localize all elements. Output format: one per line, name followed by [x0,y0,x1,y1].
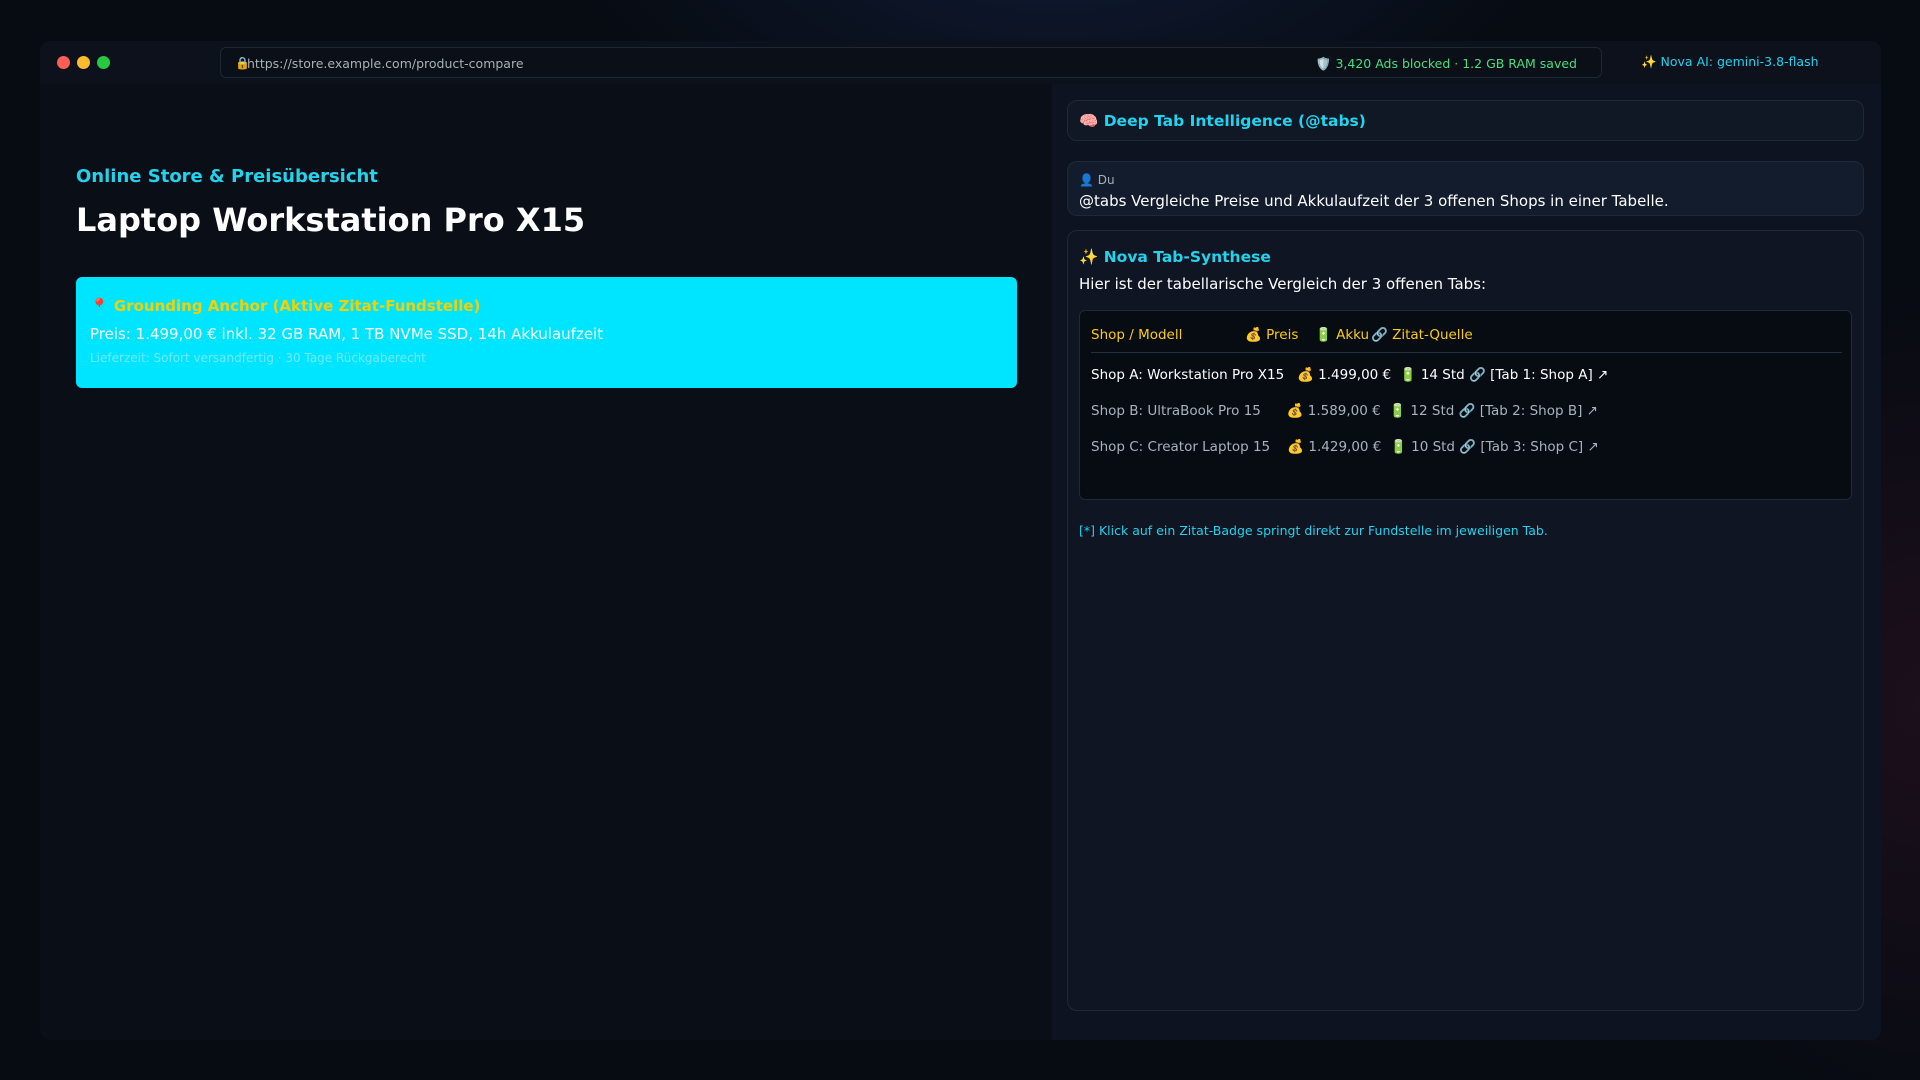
table-cell-price: 💰 1.499,00 € [1297,367,1392,383]
citation-footnote: [*] Klick auf ein Zitat-Badge springt di… [1079,523,1548,538]
anchor-title: 📍 Grounding Anchor (Aktive Zitat-Fundste… [90,297,481,315]
close-window-button[interactable] [57,56,70,69]
table-cell-shop: Shop C: Creator Laptop 15 [1091,439,1271,455]
column-header-price: 💰 Preis [1245,327,1299,343]
table-cell-battery: 🔋 14 Std [1399,367,1465,383]
table-cell-battery: 🔋 10 Std [1390,439,1456,455]
address-bar[interactable]: 🔒 https://store.example.com/product-comp… [220,47,1602,78]
maximize-window-button[interactable] [97,56,110,69]
titlebar: 🔒 https://store.example.com/product-comp… [40,41,1881,84]
ai-sidebar: 🧠 Deep Tab Intelligence (@tabs) 👤 Du @ta… [1052,84,1881,1040]
nova-response: ✨ Nova Tab-Synthese Hier ist der tabella… [1067,230,1864,1011]
anchor-delivery-line: Lieferzeit: Sofort versandfertig · 30 Ta… [90,351,426,365]
table-header: Shop / Modell 💰 Preis 🔋 Akku 🔗 Zitat-Que… [1091,327,1842,353]
sidebar-header: 🧠 Deep Tab Intelligence (@tabs) [1067,100,1864,141]
table-row: Shop C: Creator Laptop 15 💰 1.429,00 € 🔋… [1091,439,1599,455]
page-content: Online Store & Preisübersicht Laptop Wor… [40,84,1052,1040]
table-cell-shop: Shop A: Workstation Pro X15 [1091,367,1285,383]
table-cell-price: 💰 1.589,00 € [1286,403,1381,419]
column-header-citation: 🔗 Zitat-Quelle [1371,327,1473,343]
url-text[interactable]: https://store.example.com/product-compar… [247,56,524,71]
column-header-battery: 🔋 Akku [1315,327,1370,343]
citation-badge[interactable]: 🔗 [Tab 1: Shop A] ↗ [1469,367,1608,383]
table-cell-shop: Shop B: UltraBook Pro 15 [1091,403,1261,419]
column-header-shop: Shop / Modell [1091,327,1183,343]
grounding-anchor-card: 📍 Grounding Anchor (Aktive Zitat-Fundste… [76,277,1017,388]
anchor-price-line: Preis: 1.499,00 € inkl. 32 GB RAM, 1 TB … [90,325,604,343]
minimize-window-button[interactable] [77,56,90,69]
table-row: Shop B: UltraBook Pro 15 💰 1.589,00 € 🔋 … [1091,403,1598,419]
adblock-status[interactable]: 🛡️ 3,420 Ads blocked · 1.2 GB RAM saved [1316,56,1577,72]
citation-badge[interactable]: 🔗 [Tab 2: Shop B] ↗ [1459,403,1598,419]
page-title: Laptop Workstation Pro X15 [76,201,586,239]
user-name: 👤 Du [1079,173,1115,187]
table-cell-battery: 🔋 12 Std [1389,403,1455,419]
user-message-text: @tabs Vergleiche Preise und Akkulaufzeit… [1079,192,1669,210]
user-message: 👤 Du @tabs Vergleiche Preise und Akkulau… [1067,161,1864,216]
comparison-table: Shop / Modell 💰 Preis 🔋 Akku 🔗 Zitat-Que… [1079,310,1852,500]
browser-window: 🔒 https://store.example.com/product-comp… [40,41,1881,1040]
table-row: Shop A: Workstation Pro X15 💰 1.499,00 €… [1091,367,1608,383]
nova-title: ✨ Nova Tab-Synthese [1079,248,1271,266]
citation-badge[interactable]: 🔗 [Tab 3: Shop C] ↗ [1459,439,1598,455]
nova-intro: Hier ist der tabellarische Vergleich der… [1079,275,1487,293]
table-cell-price: 💰 1.429,00 € [1287,439,1382,455]
ai-model-indicator[interactable]: ✨ Nova AI: gemini-3.8-flash [1641,54,1819,70]
sidebar-title: 🧠 Deep Tab Intelligence (@tabs) [1079,112,1366,130]
store-subtitle: Online Store & Preisübersicht [76,166,378,187]
